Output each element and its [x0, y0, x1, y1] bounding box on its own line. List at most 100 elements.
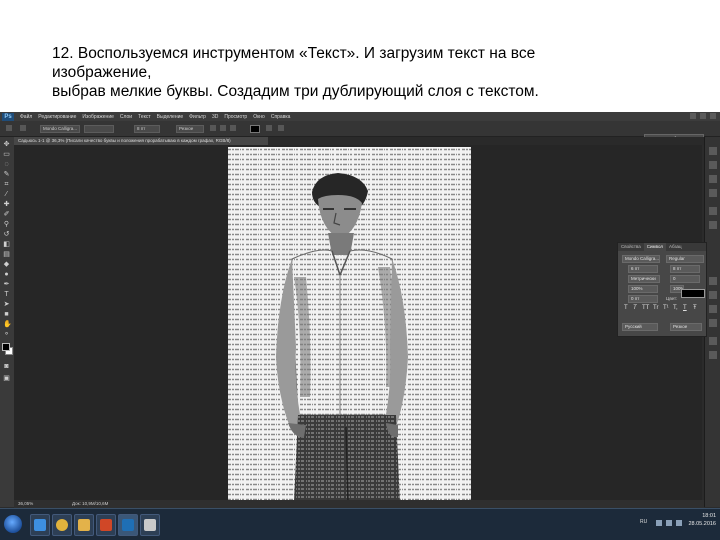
- channels-panel-icon[interactable]: [709, 291, 717, 299]
- character-panel-toggle-icon[interactable]: [709, 207, 717, 215]
- anti-alias-select[interactable]: Резкое: [176, 125, 204, 133]
- brush-tool-icon[interactable]: ✐: [3, 211, 10, 218]
- color-panel-icon[interactable]: [709, 351, 717, 359]
- menu-3d[interactable]: 3D: [212, 114, 218, 120]
- eraser-tool-icon[interactable]: ◧: [3, 241, 10, 248]
- tab-properties[interactable]: Свойства: [618, 243, 644, 251]
- screen-mode-icon[interactable]: ▣: [3, 375, 10, 382]
- foreground-color-swatch[interactable]: [2, 343, 10, 351]
- clone-stamp-tool-icon[interactable]: ⚲: [3, 221, 10, 228]
- char-baseline-field[interactable]: 0 пт: [628, 295, 658, 303]
- taskbar-ie[interactable]: [30, 514, 50, 536]
- subscript-icon[interactable]: T,: [673, 305, 678, 311]
- menu-window[interactable]: Окно: [253, 114, 265, 120]
- zoom-tool-icon[interactable]: ⚬: [3, 331, 10, 338]
- type-tool-icon[interactable]: [6, 125, 12, 131]
- menu-layers[interactable]: Слои: [120, 114, 132, 120]
- swatches-panel-icon[interactable]: [709, 337, 717, 345]
- char-font-style-select[interactable]: Regular: [666, 255, 704, 263]
- hand-tool-icon[interactable]: ✋: [3, 321, 12, 328]
- move-tool-icon[interactable]: ✥: [3, 141, 10, 148]
- zoom-level[interactable]: 36,05%: [18, 500, 33, 508]
- superscript-icon[interactable]: T¹: [663, 305, 669, 311]
- char-vscale-field[interactable]: 100%: [628, 285, 658, 293]
- char-tracking-field[interactable]: 0: [670, 275, 700, 283]
- align-center-icon[interactable]: [220, 125, 226, 131]
- document-canvas[interactable]: [228, 147, 471, 502]
- quick-mask-icon[interactable]: ◙: [3, 363, 10, 370]
- menu-view[interactable]: Просмотр: [224, 114, 247, 120]
- strikethrough-icon[interactable]: Ŧ: [693, 305, 697, 311]
- font-size-field[interactable]: 8 пт: [134, 125, 160, 133]
- network-icon[interactable]: [666, 520, 672, 526]
- faux-italic-icon[interactable]: T: [633, 305, 637, 311]
- shape-tool-icon[interactable]: ■: [3, 311, 10, 318]
- text-tool-icon[interactable]: T: [3, 291, 10, 298]
- tab-character[interactable]: Символ: [643, 243, 666, 251]
- tab-paragraph[interactable]: Абзац: [666, 243, 685, 251]
- char-color-swatch[interactable]: [681, 289, 705, 298]
- all-caps-icon[interactable]: TT: [642, 305, 649, 311]
- menu-help[interactable]: Справка: [271, 114, 291, 120]
- pen-tool-icon[interactable]: ✒: [3, 281, 10, 288]
- taskbar-folder[interactable]: [74, 514, 94, 536]
- lasso-tool-icon[interactable]: ◌: [3, 161, 10, 168]
- small-caps-icon[interactable]: Tr: [653, 305, 658, 311]
- dodge-tool-icon[interactable]: ●: [3, 271, 10, 278]
- menu-select[interactable]: Выделение: [157, 114, 184, 120]
- warp-text-icon[interactable]: [266, 125, 272, 131]
- taskbar-photoshop[interactable]: [118, 514, 138, 536]
- align-left-icon[interactable]: [210, 125, 216, 131]
- tray-arrow-icon[interactable]: [656, 520, 662, 526]
- paragraph-panel-icon[interactable]: [709, 221, 717, 229]
- history-brush-tool-icon[interactable]: ↺: [3, 231, 10, 238]
- minimize-icon[interactable]: [690, 113, 696, 119]
- language-indicator[interactable]: RU: [640, 519, 647, 525]
- document-tab[interactable]: Садьюсь 1-1 @ 36,3% (Писали качество бук…: [14, 137, 268, 145]
- taskbar-files[interactable]: [140, 514, 160, 536]
- taskbar-powerpoint[interactable]: [96, 514, 116, 536]
- quick-select-tool-icon[interactable]: ✎: [3, 171, 10, 178]
- menu-filter[interactable]: Фильтр: [189, 114, 206, 120]
- healing-tool-icon[interactable]: ✚: [3, 201, 10, 208]
- blur-tool-icon[interactable]: ◆: [3, 261, 10, 268]
- marquee-tool-icon[interactable]: ▭: [3, 151, 10, 158]
- underline-icon[interactable]: T: [683, 305, 687, 311]
- canvas-area[interactable]: [14, 145, 702, 502]
- layers-panel-icon[interactable]: [709, 277, 717, 285]
- font-family-select[interactable]: Mondo Calligra...: [40, 125, 80, 133]
- font-style-select[interactable]: [84, 125, 114, 133]
- adjustments-panel-icon[interactable]: [709, 319, 717, 327]
- eyedropper-tool-icon[interactable]: ⁄: [3, 191, 10, 198]
- faux-bold-icon[interactable]: T: [624, 305, 628, 311]
- taskbar-chrome[interactable]: [52, 514, 72, 536]
- actions-panel-icon[interactable]: [709, 161, 717, 169]
- char-language-select[interactable]: Русский: [622, 323, 658, 331]
- align-right-icon[interactable]: [230, 125, 236, 131]
- gradient-tool-icon[interactable]: ▤: [3, 251, 10, 258]
- maximize-icon[interactable]: [700, 113, 706, 119]
- history-panel-icon[interactable]: [709, 147, 717, 155]
- volume-icon[interactable]: [676, 520, 682, 526]
- char-kerning-select[interactable]: Метрически: [628, 275, 660, 283]
- start-button[interactable]: [4, 515, 22, 533]
- orientation-toggle-icon[interactable]: [20, 125, 26, 131]
- close-icon[interactable]: [710, 113, 716, 119]
- paths-panel-icon[interactable]: [709, 305, 717, 313]
- ie-icon: [34, 519, 46, 531]
- char-font-size-field[interactable]: 6 пт: [628, 265, 658, 273]
- path-select-tool-icon[interactable]: ➤: [3, 301, 10, 308]
- crop-tool-icon[interactable]: ⌗: [3, 181, 10, 188]
- char-leading-field[interactable]: 8 пт: [670, 265, 700, 273]
- clone-source-panel-icon[interactable]: [709, 189, 717, 197]
- menu-type[interactable]: Текст: [138, 114, 151, 120]
- menu-image[interactable]: Изображение: [82, 114, 114, 120]
- menu-edit[interactable]: Редактирование: [38, 114, 76, 120]
- character-panel-icon[interactable]: [278, 125, 284, 131]
- menu-file[interactable]: Файл: [20, 114, 32, 120]
- clock[interactable]: 18:01 28.05.2016: [688, 512, 716, 528]
- char-font-family-select[interactable]: Mondo Calligra...: [622, 255, 660, 263]
- char-anti-alias-select[interactable]: Резкое: [670, 323, 702, 331]
- brush-panel-icon[interactable]: [709, 175, 717, 183]
- text-color-swatch[interactable]: [250, 125, 260, 133]
